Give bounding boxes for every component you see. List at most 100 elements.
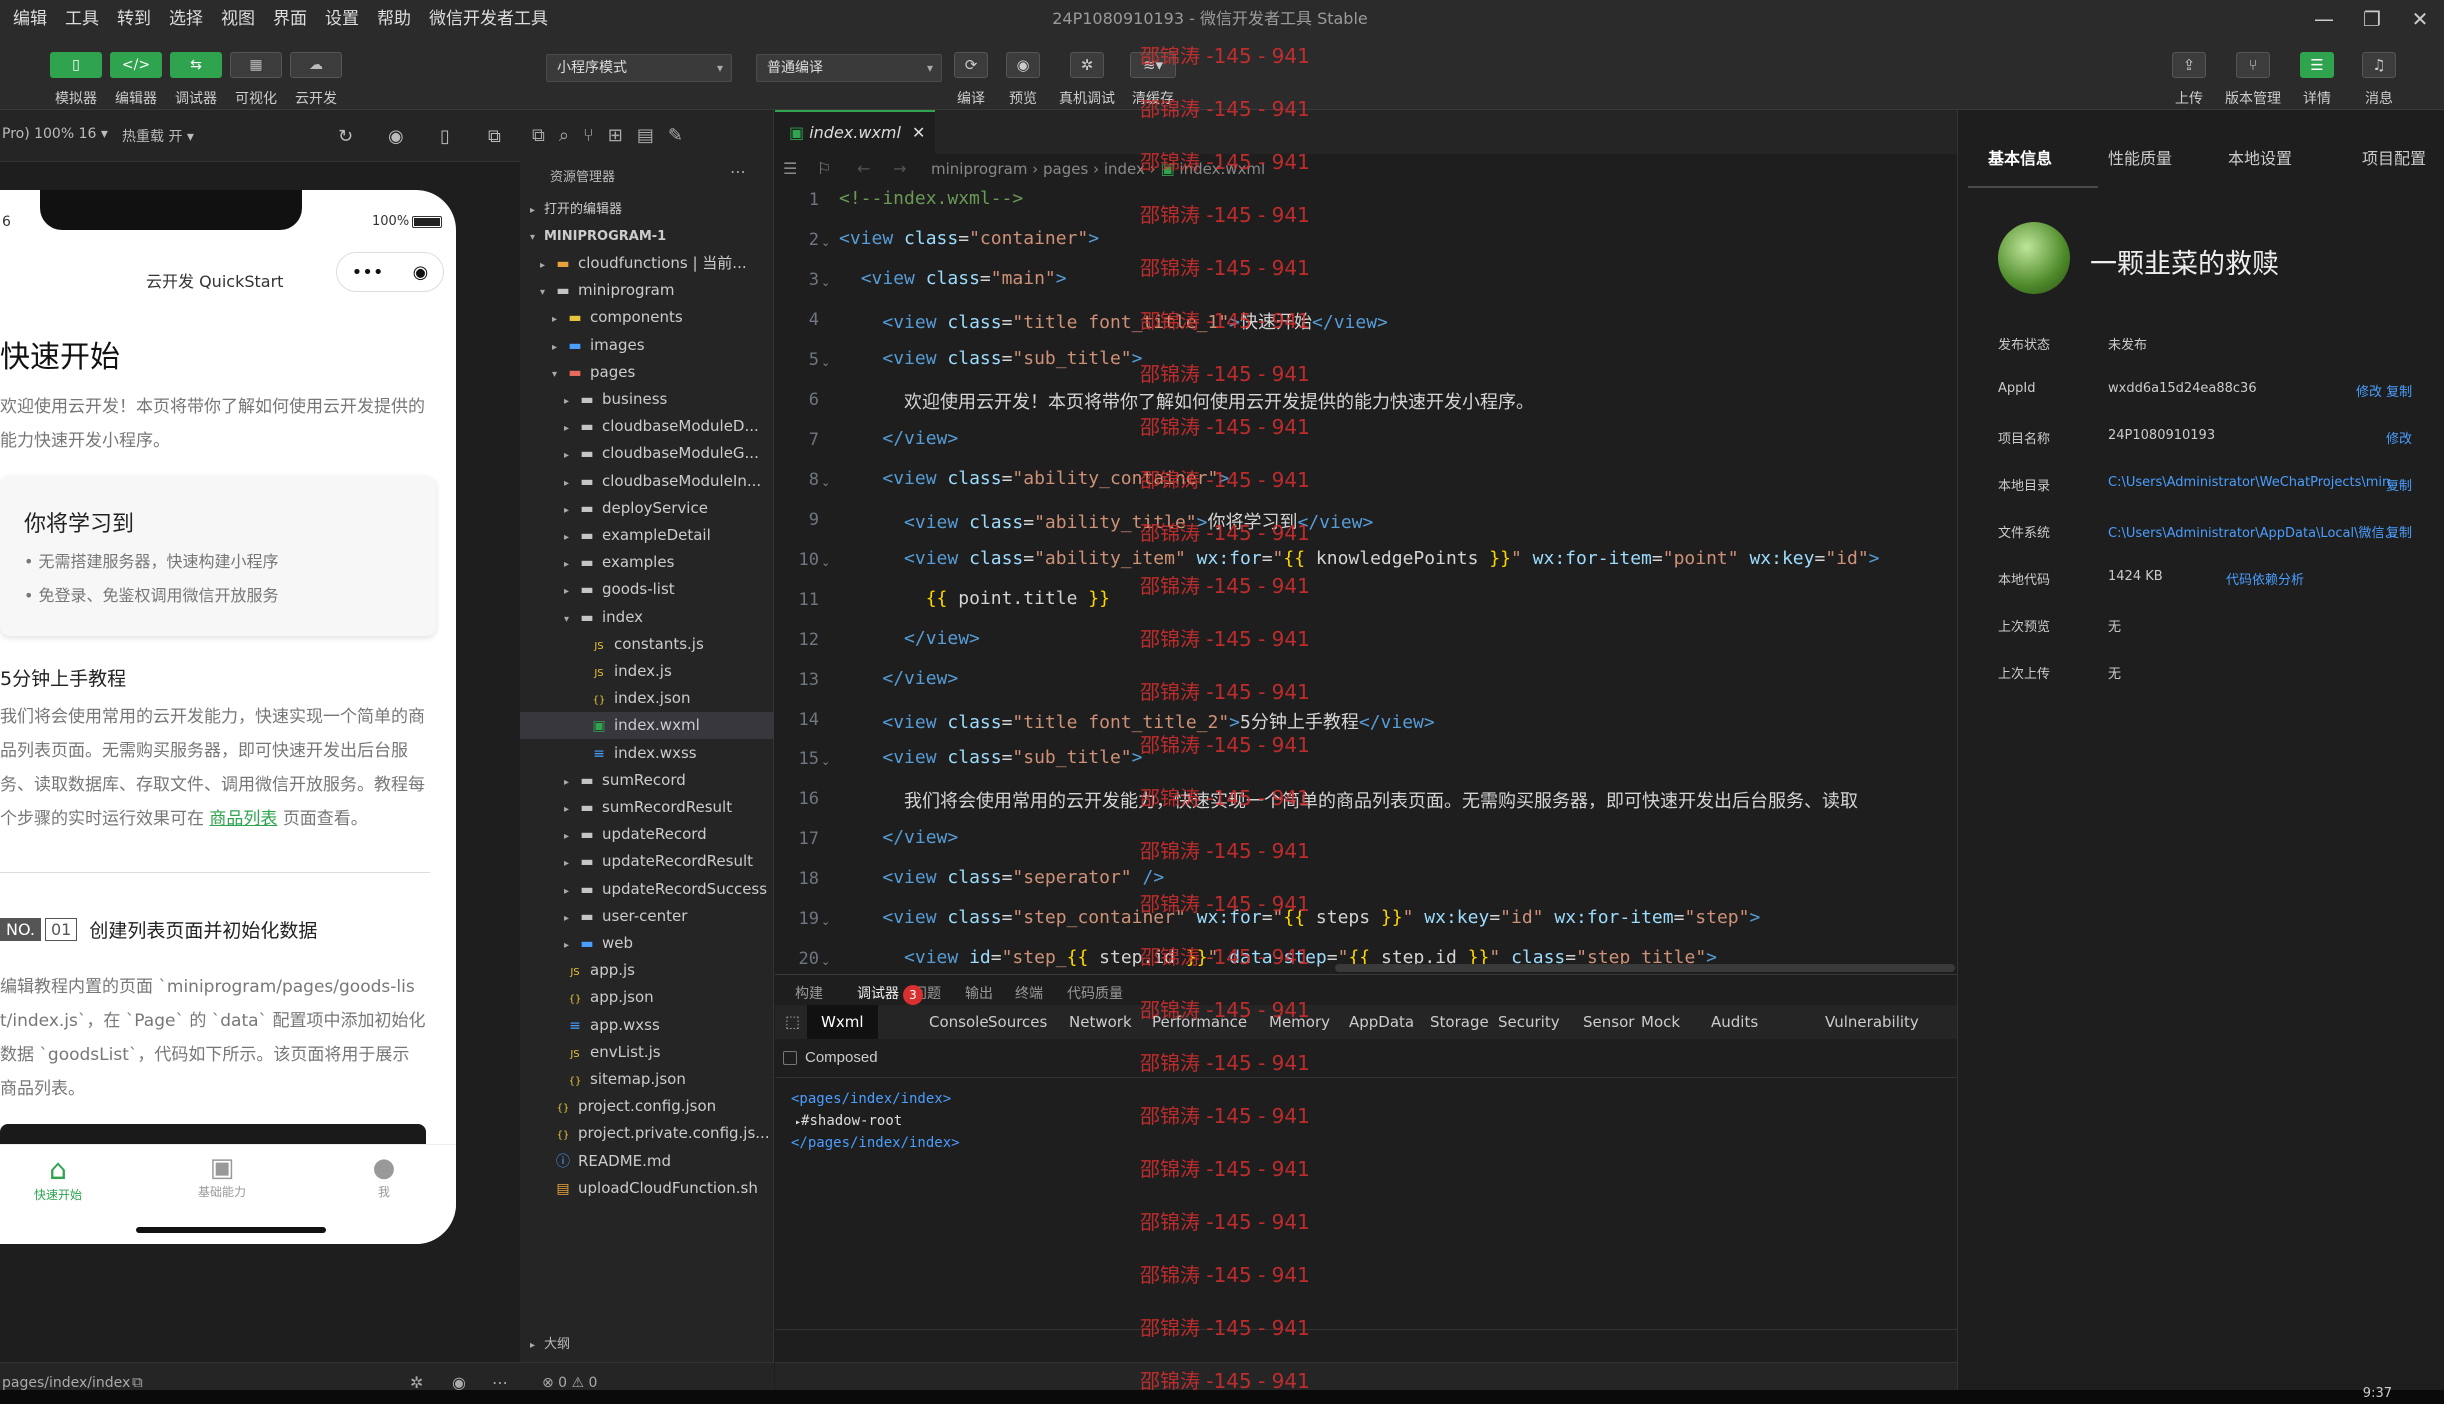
tab-close-icon[interactable]: ✕: [912, 123, 925, 142]
copy-icon[interactable]: ⧉: [132, 1373, 143, 1391]
devtools-tab[interactable]: Console: [929, 1005, 989, 1039]
record-icon[interactable]: ◉: [388, 126, 404, 147]
debugger-tab[interactable]: 构建: [795, 983, 823, 1003]
tree-folder[interactable]: ▸ ▬ business: [520, 386, 774, 413]
close-mp-icon[interactable]: ◉: [413, 262, 429, 283]
debugger-tab[interactable]: 代码质量: [1067, 983, 1123, 1003]
wxml-node[interactable]: <pages/index/index>: [791, 1091, 951, 1107]
debugger-tab[interactable]: 输出: [965, 983, 993, 1003]
menu-item[interactable]: 视图: [212, 0, 264, 38]
menu-item[interactable]: 转到: [108, 0, 160, 38]
close-icon[interactable]: ✕: [2396, 0, 2444, 38]
fold-chevron-icon[interactable]: ⌄: [821, 476, 830, 489]
tab-index-wxml[interactable]: ▣ index.wxml ✕: [775, 110, 935, 154]
messages-button[interactable]: ♫: [2362, 52, 2396, 78]
tree-folder[interactable]: ▸ ▬ cloudfunctions | 当前...: [520, 250, 774, 277]
tree-file[interactable]: ≡ app.wxss: [520, 1012, 774, 1039]
project-root[interactable]: ▾ MINIPROGRAM-1: [520, 223, 774, 250]
files-icon[interactable]: ⧉: [532, 125, 545, 146]
tree-file[interactable]: ⓘ README.md: [520, 1148, 774, 1175]
simulator-toggle-button[interactable]: ▯: [50, 52, 102, 78]
tree-file[interactable]: JS envList.js: [520, 1039, 774, 1066]
menu-item[interactable]: 编辑: [4, 0, 56, 38]
tree-file[interactable]: {} app.json: [520, 984, 774, 1011]
detail-link[interactable]: 复制: [2386, 522, 2412, 541]
inspect-icon[interactable]: ⬚: [785, 1005, 800, 1039]
tree-file[interactable]: ≡ index.wxss: [520, 740, 774, 767]
tree-folder[interactable]: ▸ ▬ updateRecordResult: [520, 848, 774, 875]
fold-chevron-icon[interactable]: ⌄: [821, 276, 830, 289]
devtools-tab[interactable]: Network: [1069, 1005, 1132, 1039]
mode-select[interactable]: 小程序模式: [546, 54, 732, 82]
detail-value[interactable]: C:\Users\Administrator\WeChatProjects\mi…: [2108, 475, 2403, 490]
tree-file[interactable]: ▤ uploadCloudFunction.sh: [520, 1175, 774, 1202]
fold-chevron-icon[interactable]: ⌄: [821, 955, 830, 968]
device-icon[interactable]: ▯: [440, 126, 450, 147]
detail-value[interactable]: C:\Users\Administrator\AppData\Local\微信.…: [2108, 522, 2397, 541]
tree-folder[interactable]: ▾ ▬ index: [520, 604, 774, 631]
remote-debug-button[interactable]: ✲: [1070, 52, 1104, 78]
details-tab[interactable]: 基本信息: [1988, 145, 2052, 169]
code-editor[interactable]: 1 <!--index.wxml--> 2 <view class="containe…: [775, 182, 1957, 974]
hotreload-toggle[interactable]: 热重载 开 ▾: [122, 126, 194, 146]
tree-file[interactable]: {} sitemap.json: [520, 1066, 774, 1093]
tree-folder[interactable]: ▸ ▬ components: [520, 304, 774, 331]
device-select[interactable]: Pro) 100% 16 ▾: [2, 126, 108, 142]
breadcrumb-item[interactable]: index: [1104, 160, 1145, 178]
detail-link[interactable]: 代码依赖分析: [2226, 569, 2304, 588]
extensions-icon[interactable]: ⊞: [608, 125, 623, 146]
menu-item[interactable]: 微信开发者工具: [420, 0, 557, 38]
git-icon[interactable]: ⑂: [583, 125, 594, 146]
capsule-menu[interactable]: ••• ◉: [336, 252, 444, 292]
tree-folder[interactable]: ▾ ▬ pages: [520, 359, 774, 386]
outline-section[interactable]: ▸ 大纲: [530, 1333, 570, 1352]
tree-folder[interactable]: ▸ ▬ cloudbaseModuleIn...: [520, 468, 774, 495]
tree-folder[interactable]: ▸ ▬ updateRecord: [520, 821, 774, 848]
fold-chevron-icon[interactable]: ⌄: [821, 755, 830, 768]
devtools-tab[interactable]: Mock: [1641, 1005, 1680, 1039]
debugger-tab[interactable]: 终端: [1015, 983, 1043, 1003]
fold-chevron-icon[interactable]: ⌄: [821, 915, 830, 928]
menu-item[interactable]: 选择: [160, 0, 212, 38]
devtools-tab[interactable]: Storage: [1430, 1005, 1489, 1039]
devtools-tab[interactable]: Wxml: [807, 1005, 878, 1039]
details-tab[interactable]: 性能质量: [2108, 145, 2172, 169]
tree-folder[interactable]: ▸ ▬ cloudbaseModuleG...: [520, 440, 774, 467]
explorer-more-icon[interactable]: ⋯: [730, 162, 746, 181]
composed-checkbox[interactable]: [783, 1051, 797, 1065]
brush-icon[interactable]: ✎: [668, 125, 683, 146]
popout-icon[interactable]: ⧉: [488, 126, 501, 147]
menu-item[interactable]: 界面: [264, 0, 316, 38]
fold-chevron-icon[interactable]: ⌄: [821, 356, 830, 369]
wxml-node[interactable]: ▸#shadow-root: [795, 1113, 902, 1129]
devtools-tab[interactable]: Sensor: [1583, 1005, 1634, 1039]
wxml-node[interactable]: </pages/index/index>: [791, 1135, 960, 1151]
forward-icon[interactable]: →: [893, 154, 906, 184]
rotate-icon[interactable]: ↻: [338, 126, 353, 147]
details-tab[interactable]: 项目配置: [2362, 145, 2426, 169]
menu-item[interactable]: 设置: [316, 0, 368, 38]
tree-file[interactable]: JS index.js: [520, 658, 774, 685]
tree-folder[interactable]: ▸ ▬ sumRecordResult: [520, 794, 774, 821]
open-editors-section[interactable]: ▸ 打开的编辑器: [520, 196, 774, 223]
devtools-tab[interactable]: Sources: [988, 1005, 1047, 1039]
search-icon[interactable]: ⌕: [559, 125, 569, 146]
compile-select[interactable]: 普通编译: [756, 54, 942, 82]
bookmark-icon[interactable]: ⚐: [817, 154, 831, 184]
devtools-tab[interactable]: Security: [1498, 1005, 1560, 1039]
horizontal-scrollbar[interactable]: [1335, 964, 1955, 972]
problems-status[interactable]: ⊗ 0 ⚠ 0: [542, 1375, 597, 1391]
menu-item[interactable]: 帮助: [368, 0, 420, 38]
tree-folder[interactable]: ▸ ▬ goods-list: [520, 576, 774, 603]
tree-folder[interactable]: ▸ ▬ deployService: [520, 495, 774, 522]
version-button[interactable]: ⑂: [2236, 52, 2270, 78]
details-button[interactable]: ☰: [2300, 52, 2334, 78]
maximize-icon[interactable]: ❐: [2348, 0, 2396, 38]
menu-item[interactable]: 工具: [56, 0, 108, 38]
tab-basic[interactable]: ▣ 基础能力: [182, 1153, 262, 1200]
tree-folder[interactable]: ▸ ▬ web: [520, 930, 774, 957]
tree-folder[interactable]: ▸ ▬ updateRecordSuccess: [520, 876, 774, 903]
breadcrumb-item[interactable]: pages: [1043, 160, 1088, 178]
compile-button[interactable]: ⟳: [954, 52, 988, 78]
devtools-tab[interactable]: Vulnerability: [1825, 1005, 1919, 1039]
